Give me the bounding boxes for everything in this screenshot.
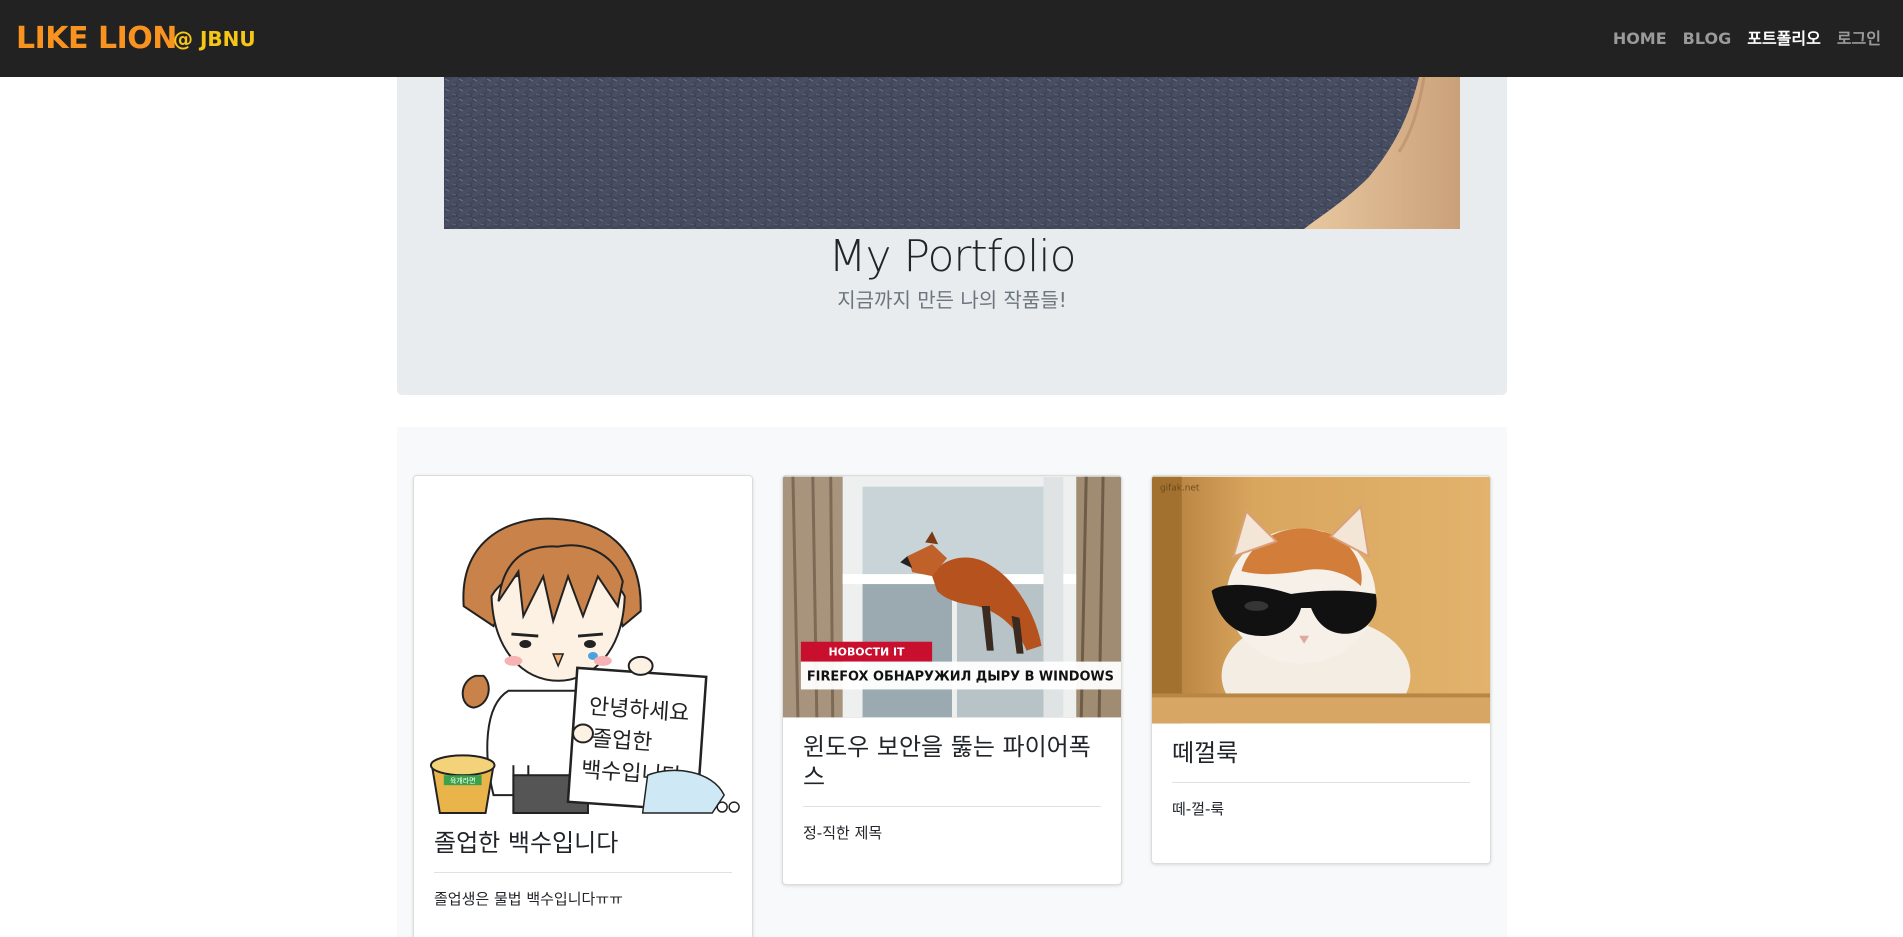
nav-link-blog[interactable]: BLOG: [1683, 27, 1732, 51]
card-title[interactable]: 졸업한 백수입니다: [434, 828, 732, 873]
card-title[interactable]: 떼껄룩: [1172, 738, 1470, 783]
nav-link-login[interactable]: 로그인: [1837, 27, 1881, 51]
card-body: 윈도우 보안을 뚫는 파이어폭스 정-직한 제목: [783, 718, 1121, 864]
brand-logo[interactable]: LIKE LION: [16, 20, 177, 58]
page-subtitle: 지금까지 만든 나의 작품들!: [837, 288, 1067, 312]
graduate-cartoon-image[interactable]: 안녕하세요 졸업한 백수입니다. 육개라면: [414, 476, 752, 814]
portfolio-album: 안녕하세요 졸업한 백수입니다. 육개라면 졸업한 백수입니다 졸업생은 물법 …: [397, 427, 1507, 937]
cup-label: 육개라면: [450, 776, 476, 785]
brand-subtitle[interactable]: @ JBNU: [173, 26, 256, 52]
card-body: 떼껄룩 떼-껄-룩: [1152, 724, 1490, 840]
image-watermark: gifak.net: [1160, 484, 1200, 494]
portfolio-card[interactable]: НОВОСТИ IT FIREFOX ОБНАРУЖИЛ ДЫРУ В WIND…: [782, 475, 1122, 885]
portfolio-card[interactable]: gifak.net 떼껄룩 떼-껄-룩: [1151, 475, 1491, 864]
nav-link-portfolio[interactable]: 포트폴리오: [1747, 27, 1821, 51]
hero-cat-image: [444, 77, 1460, 229]
sunglasses-cat-image[interactable]: gifak.net: [1152, 476, 1490, 724]
navbar: LIKE LION @ JBNU HOME BLOG 포트폴리오 로그인: [0, 0, 1903, 77]
firefox-fox-image[interactable]: НОВОСТИ IT FIREFOX ОБНАРУЖИЛ ДЫРУ В WIND…: [783, 476, 1121, 718]
news-caption: FIREFOX ОБНАРУЖИЛ ДЫРУ В WINDOWS: [807, 670, 1114, 685]
sign-line-2: 졸업한: [591, 727, 653, 756]
jumbotron: My Portfolio 지금까지 만든 나의 작품들!: [397, 77, 1507, 395]
page-title: My Portfolio: [828, 231, 1077, 282]
card-text: 졸업생은 물법 백수입니다ㅠㅠ: [434, 890, 623, 908]
card-title[interactable]: 윈도우 보안을 뚫는 파이어폭스: [803, 732, 1101, 807]
news-tag: НОВОСТИ IT: [829, 646, 906, 659]
card-body: 졸업한 백수입니다 졸업생은 물법 백수입니다ㅠㅠ: [414, 814, 752, 930]
nav-links: HOME BLOG 포트폴리오 로그인: [1613, 27, 1881, 51]
card-text: 정-직한 제목: [803, 824, 883, 842]
card-text: 떼-껄-룩: [1172, 800, 1225, 818]
nav-link-home[interactable]: HOME: [1613, 27, 1667, 51]
portfolio-card[interactable]: 안녕하세요 졸업한 백수입니다. 육개라면 졸업한 백수입니다 졸업생은 물법 …: [413, 475, 753, 937]
